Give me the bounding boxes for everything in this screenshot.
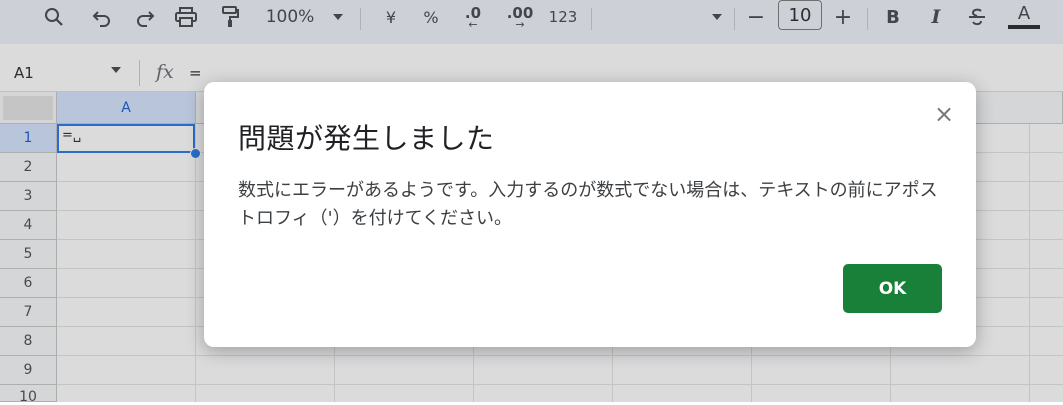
close-icon[interactable]: × bbox=[930, 100, 958, 128]
dialog-message: 数式にエラーがあるようです。入力するのが数式でない場合は、テキストの前にアポスト… bbox=[238, 180, 938, 229]
ok-button[interactable]: OK bbox=[843, 264, 942, 313]
dialog-title: 問題が発生しました bbox=[238, 122, 495, 155]
error-dialog: 問題が発生しました × 数式にエラーがあるようです。入力するのが数式でない場合は… bbox=[204, 82, 976, 347]
ok-button-label: OK bbox=[878, 278, 907, 299]
